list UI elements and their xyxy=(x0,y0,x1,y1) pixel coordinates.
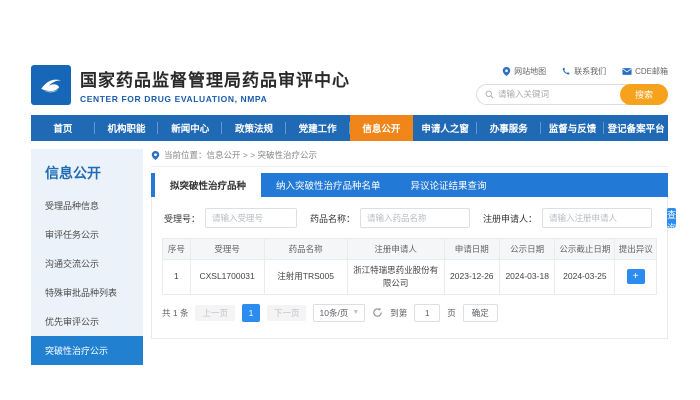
sitemap-link[interactable]: 网站地图 xyxy=(502,66,546,77)
sidebar-title: 信息公开 xyxy=(31,159,143,191)
refresh-icon[interactable] xyxy=(372,307,383,318)
breadcrumb: 当前位置：信息公开 > > 突破性治疗公示 xyxy=(151,149,668,167)
quick-links: 网站地图 联系我们 CDE邮箱 xyxy=(502,66,668,77)
cell-applicant: 浙江特瑞思药业股份有限公司 xyxy=(347,260,444,295)
search-icon xyxy=(485,90,494,99)
col-acceptance-no: 受理号 xyxy=(190,239,264,260)
drug-name-label: 药品名称： xyxy=(310,212,355,225)
col-applicant: 注册申请人 xyxy=(347,239,444,260)
nav-item-party[interactable]: 党建工作 xyxy=(286,115,350,141)
drug-name-input[interactable] xyxy=(360,208,470,228)
table-row: 1 CXSL1700031 注射用TRS005 浙江特瑞思药业股份有限公司 20… xyxy=(163,260,657,295)
goto-page-input[interactable] xyxy=(414,304,440,322)
page-unit-label: 页 xyxy=(447,307,456,319)
nav-item-home[interactable]: 首页 xyxy=(31,115,95,141)
caret-down-icon: ▼ xyxy=(352,309,359,316)
goto-label: 到第 xyxy=(390,307,407,319)
col-drug-name: 药品名称 xyxy=(264,239,347,260)
site-title: 国家药品监督管理局药品审评中心 xyxy=(80,66,350,91)
col-deadline: 公示截止日期 xyxy=(555,239,615,260)
breadcrumb-pin-icon xyxy=(151,151,160,160)
nav-item-registration-platform[interactable]: 登记备案平台 xyxy=(604,115,668,141)
header-right: 网站地图 联系我们 CDE邮箱 搜索 xyxy=(472,66,668,105)
col-raise-objection: 提出异议 xyxy=(615,239,657,260)
confirm-button[interactable]: 确定 xyxy=(463,304,498,322)
sidebar-item-review-tasks[interactable]: 审评任务公示 xyxy=(31,220,143,249)
brand: 国家药品监督管理局药品审评中心 CENTER FOR DRUG EVALUATI… xyxy=(31,65,350,105)
tab-objection-result-query[interactable]: 异议论证结果查询 xyxy=(396,173,502,197)
cell-apply-date: 2023-12-26 xyxy=(444,260,499,295)
nav-item-functions[interactable]: 机构职能 xyxy=(95,115,159,141)
pagination-total: 共 1 条 xyxy=(162,307,188,319)
applicant-label: 注册申请人： xyxy=(483,212,537,225)
acceptance-no-input[interactable] xyxy=(205,208,297,228)
brand-text: 国家药品监督管理局药品审评中心 CENTER FOR DRUG EVALUATI… xyxy=(80,66,350,104)
cde-mail-link[interactable]: CDE邮箱 xyxy=(622,66,668,77)
main-area: 信息公开 受理品种信息 审评任务公示 沟通交流公示 特殊审批品种列表 优先审评公… xyxy=(31,149,668,365)
col-apply-date: 申请日期 xyxy=(444,239,499,260)
page-canvas: 国家药品监督管理局药品审评中心 CENTER FOR DRUG EVALUATI… xyxy=(0,0,700,400)
tab-bar: 拟突破性治疗品种 纳入突破性治疗品种名单 异议论证结果查询 xyxy=(151,173,668,197)
search-input[interactable] xyxy=(498,89,608,99)
sidebar-item-accepted-varieties[interactable]: 受理品种信息 xyxy=(31,191,143,220)
sidebar-item-breakthrough-therapy[interactable]: 突破性治疗公示 xyxy=(31,336,143,365)
nav-item-news[interactable]: 新闻中心 xyxy=(158,115,222,141)
query-button[interactable]: 查询 xyxy=(667,208,676,228)
results-table: 序号 受理号 药品名称 注册申请人 申请日期 公示日期 公示截止日期 提出异议 xyxy=(162,238,657,295)
site-subtitle: CENTER FOR DRUG EVALUATION, NMPA xyxy=(80,94,350,104)
tab-included-breakthrough-list[interactable]: 纳入突破性治疗品种名单 xyxy=(261,173,396,197)
location-pin-icon xyxy=(502,67,511,76)
header-search: 搜索 xyxy=(476,84,668,105)
site-wrapper: 国家药品监督管理局药品审评中心 CENTER FOR DRUG EVALUATI… xyxy=(31,55,668,365)
cell-deadline: 2024-03-25 xyxy=(555,260,615,295)
phone-icon xyxy=(562,67,571,76)
col-publicity-date: 公示日期 xyxy=(499,239,554,260)
content: 当前位置：信息公开 > > 突破性治疗公示 拟突破性治疗品种 纳入突破性治疗品种… xyxy=(151,149,668,365)
sitemap-label: 网站地图 xyxy=(514,66,546,77)
sidebar-item-priority-review[interactable]: 优先审评公示 xyxy=(31,307,143,336)
cell-raise-objection: + xyxy=(615,260,657,295)
pagination: 共 1 条 上一页 1 下一页 10条/页 ▼ 到第 页 xyxy=(162,304,657,322)
nav-item-supervision[interactable]: 监督与反馈 xyxy=(541,115,605,141)
site-header: 国家药品监督管理局药品审评中心 CENTER FOR DRUG EVALUATI… xyxy=(31,55,668,115)
main-nav: 首页 机构职能 新闻中心 政策法规 党建工作 信息公开 申请人之窗 办事服务 监… xyxy=(31,115,668,141)
acceptance-no-label: 受理号： xyxy=(164,212,200,225)
cell-publicity-date: 2024-03-18 xyxy=(499,260,554,295)
filter-bar: 受理号： 药品名称： 注册申请人： 查询 xyxy=(164,208,657,228)
cell-acceptance-no: CXSL1700031 xyxy=(190,260,264,295)
applicant-input[interactable] xyxy=(542,208,652,228)
cell-seq: 1 xyxy=(163,260,191,295)
sidebar-item-special-approval[interactable]: 特殊审批品种列表 xyxy=(31,278,143,307)
next-page-button[interactable]: 下一页 xyxy=(267,305,307,321)
col-seq: 序号 xyxy=(163,239,191,260)
contact-link[interactable]: 联系我们 xyxy=(562,66,606,77)
page-size-value: 10条/页 xyxy=(319,307,348,319)
prev-page-button[interactable]: 上一页 xyxy=(195,305,235,321)
search-button[interactable]: 搜索 xyxy=(620,84,668,105)
cde-logo-icon xyxy=(31,65,71,105)
plus-icon[interactable]: + xyxy=(627,269,645,284)
envelope-icon xyxy=(622,67,632,76)
current-page-button[interactable]: 1 xyxy=(242,304,260,322)
contact-label: 联系我们 xyxy=(574,66,606,77)
page-size-select[interactable]: 10条/页 ▼ xyxy=(313,304,365,322)
cde-mail-label: CDE邮箱 xyxy=(635,66,668,77)
sidebar-item-communication[interactable]: 沟通交流公示 xyxy=(31,249,143,278)
content-panel: 受理号： 药品名称： 注册申请人： 查询 序号 受理号 xyxy=(151,197,668,339)
nav-item-info-disclosure[interactable]: 信息公开 xyxy=(350,115,414,141)
tab-proposed-breakthrough[interactable]: 拟突破性治疗品种 xyxy=(155,173,261,197)
nav-item-services[interactable]: 办事服务 xyxy=(477,115,541,141)
nav-item-applicant-window[interactable]: 申请人之窗 xyxy=(413,115,477,141)
sidebar: 信息公开 受理品种信息 审评任务公示 沟通交流公示 特殊审批品种列表 优先审评公… xyxy=(31,149,143,365)
table-header-row: 序号 受理号 药品名称 注册申请人 申请日期 公示日期 公示截止日期 提出异议 xyxy=(163,239,657,260)
breadcrumb-text: 当前位置：信息公开 > > 突破性治疗公示 xyxy=(164,149,317,161)
nav-item-policy[interactable]: 政策法规 xyxy=(222,115,286,141)
cell-drug-name: 注射用TRS005 xyxy=(264,260,347,295)
